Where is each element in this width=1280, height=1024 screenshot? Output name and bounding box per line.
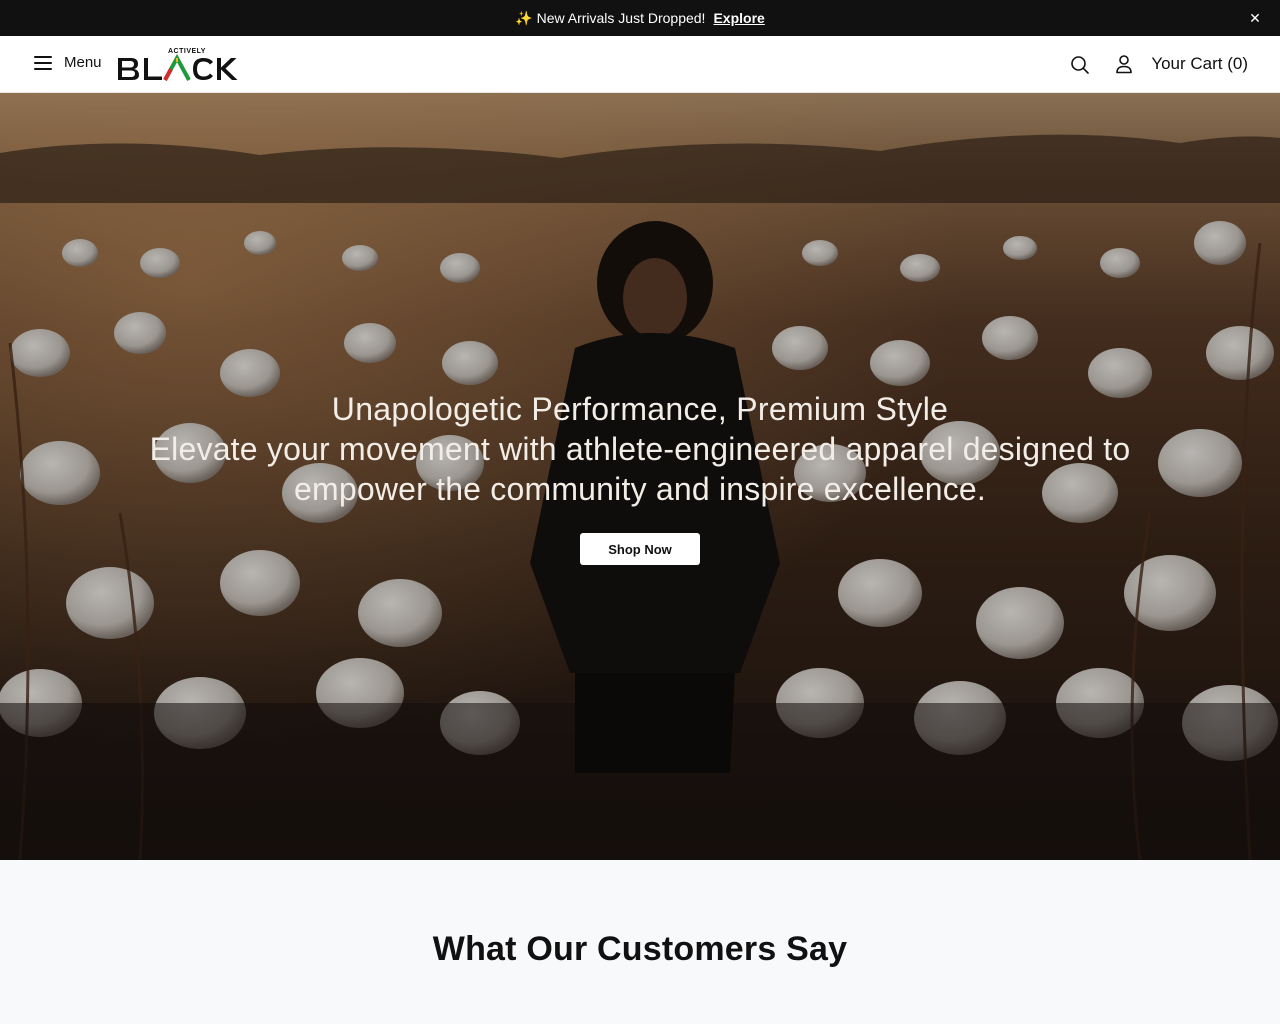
search-icon[interactable] bbox=[1069, 54, 1091, 76]
menu-label: Menu bbox=[64, 54, 102, 71]
close-icon[interactable]: ✕ bbox=[1246, 9, 1264, 27]
hero-text-block: Unapologetic Performance, Premium Style … bbox=[0, 389, 1280, 509]
actively-black-logo[interactable]: ACTIVELY bbox=[117, 46, 259, 82]
announcement-message: New Arrivals Just Dropped! bbox=[536, 10, 706, 26]
account-icon[interactable] bbox=[1113, 53, 1135, 75]
hero-banner: Unapologetic Performance, Premium Style … bbox=[0, 93, 1280, 860]
testimonials-section: What Our Customers Say bbox=[0, 860, 1280, 1024]
hero-subtitle: Elevate your movement with athlete-engin… bbox=[149, 431, 1131, 507]
menu-button[interactable]: Menu bbox=[34, 54, 102, 71]
announcement-bar: ✨ New Arrivals Just Dropped! Explore ✕ bbox=[0, 0, 1280, 36]
shop-now-button[interactable]: Shop Now bbox=[580, 533, 700, 565]
site-header: Menu ACTIVELY Your Cart (0) bbox=[0, 36, 1280, 93]
explore-link[interactable]: Explore bbox=[713, 10, 764, 26]
cart-button[interactable]: Your Cart (0) bbox=[1151, 54, 1248, 74]
hero-title: Unapologetic Performance, Premium Style bbox=[331, 391, 949, 427]
testimonials-heading: What Our Customers Say bbox=[432, 930, 848, 968]
logo-top-text: ACTIVELY bbox=[168, 48, 206, 55]
sparkles-icon: ✨ bbox=[515, 9, 533, 26]
hamburger-icon bbox=[34, 55, 52, 70]
